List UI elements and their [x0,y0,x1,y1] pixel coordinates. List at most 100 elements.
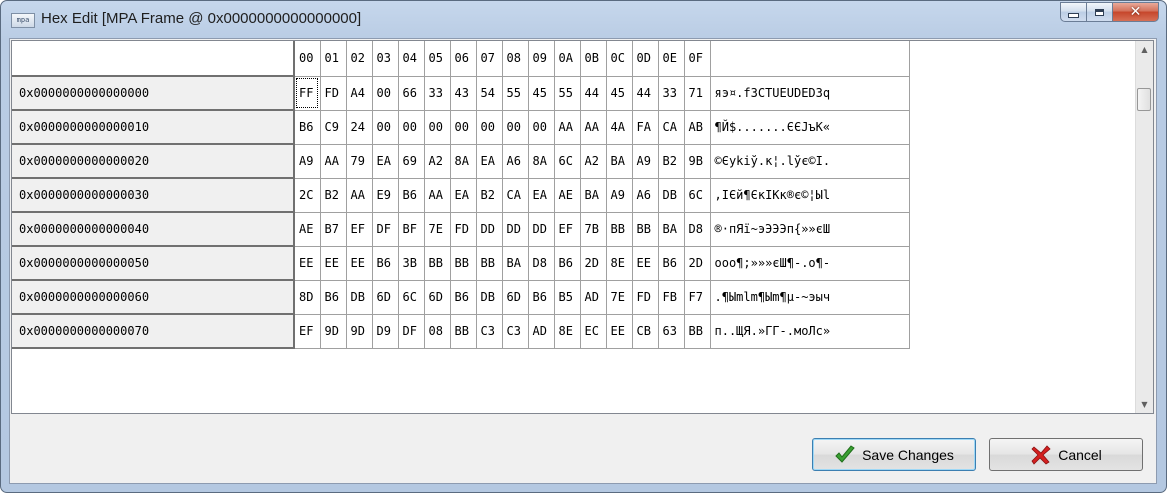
hex-byte-cell[interactable]: DF [372,212,399,247]
hex-byte-cell[interactable]: 6D [502,280,529,315]
ascii-text-cell[interactable]: ,IЄй¶ЄкIКк®є©¦Ыl [710,178,910,213]
hex-byte-cell[interactable]: FD [632,280,659,315]
ascii-text-cell[interactable]: п..ЩЯ.»ГГ-.моЛс» [710,314,910,349]
ascii-text-cell[interactable]: ®·пЯї~эЭЭЭп{»»єШ [710,212,910,247]
hex-byte-cell[interactable]: EA [372,144,399,179]
hex-byte-cell[interactable]: 00 [528,110,555,145]
hex-byte-cell[interactable]: CA [658,110,685,145]
hex-byte-cell[interactable]: EA [450,178,477,213]
hex-byte-cell[interactable]: 9B [684,144,711,179]
hex-byte-cell[interactable]: EA [528,178,555,213]
hex-byte-cell[interactable]: DB [658,178,685,213]
hex-byte-cell[interactable]: AE [554,178,581,213]
hex-byte-cell[interactable]: BF [398,212,425,247]
hex-byte-cell[interactable]: 6C [684,178,711,213]
hex-byte-cell[interactable]: FD [450,212,477,247]
ascii-text-cell[interactable]: ¶Й$.......ЄЄJъК« [710,110,910,145]
hex-byte-cell[interactable]: B2 [658,144,685,179]
hex-byte-cell[interactable]: 69 [398,144,425,179]
hex-byte-cell[interactable]: EA [476,144,503,179]
hex-byte-cell[interactable]: 3B [398,246,425,281]
hex-byte-cell[interactable]: 54 [476,76,503,111]
hex-byte-cell[interactable]: EE [320,246,347,281]
hex-byte-cell[interactable]: BB [450,246,477,281]
hex-byte-cell[interactable]: FF [294,76,321,111]
hex-byte-cell[interactable]: B6 [294,110,321,145]
hex-byte-cell[interactable]: AA [320,144,347,179]
hex-byte-cell[interactable]: 00 [398,110,425,145]
hex-byte-cell[interactable]: 7B [580,212,607,247]
hex-byte-cell[interactable]: 71 [684,76,711,111]
hex-byte-cell[interactable]: A9 [606,178,633,213]
hex-byte-cell[interactable]: BA [606,144,633,179]
hex-byte-cell[interactable]: 00 [476,110,503,145]
hex-byte-cell[interactable]: C9 [320,110,347,145]
ascii-text-cell[interactable]: .¶Ыmlm¶Ыm¶µ-~эыч [710,280,910,315]
hex-byte-cell[interactable]: BA [580,178,607,213]
hex-byte-cell[interactable]: AE [294,212,321,247]
close-button[interactable]: ✕ [1113,2,1159,22]
hex-byte-cell[interactable]: A2 [424,144,451,179]
ascii-text-cell[interactable]: яэ¤.f3CTUEUDED3q [710,76,910,111]
save-changes-button[interactable]: Save Changes [812,438,976,471]
hex-byte-cell[interactable]: 00 [372,110,399,145]
hex-byte-cell[interactable]: DF [398,314,425,349]
hex-byte-cell[interactable]: EE [632,246,659,281]
hex-byte-cell[interactable]: A9 [632,144,659,179]
hex-byte-cell[interactable]: 2C [294,178,321,213]
maximize-button[interactable] [1087,2,1113,22]
hex-byte-cell[interactable]: BB [424,246,451,281]
ascii-text-cell[interactable]: ©Єykiў.к¦.lўє©I. [710,144,910,179]
hex-byte-cell[interactable]: EE [606,314,633,349]
hex-byte-cell[interactable]: EE [294,246,321,281]
hex-byte-cell[interactable]: EF [346,212,373,247]
hex-byte-cell[interactable]: 8E [606,246,633,281]
hex-byte-cell[interactable]: B2 [320,178,347,213]
hex-byte-cell[interactable]: D9 [372,314,399,349]
hex-byte-cell[interactable]: A6 [502,144,529,179]
hex-byte-cell[interactable]: B6 [450,280,477,315]
hex-byte-cell[interactable]: 63 [658,314,685,349]
cancel-button[interactable]: Cancel [989,438,1143,471]
hex-byte-cell[interactable]: 7E [424,212,451,247]
hex-byte-cell[interactable]: 6C [398,280,425,315]
hex-byte-cell[interactable]: 00 [372,76,399,111]
hex-byte-cell[interactable]: DD [476,212,503,247]
hex-byte-cell[interactable]: 44 [580,76,607,111]
hex-byte-cell[interactable]: BA [502,246,529,281]
hex-byte-cell[interactable]: AA [346,178,373,213]
hex-byte-cell[interactable]: B7 [320,212,347,247]
hex-byte-cell[interactable]: 08 [424,314,451,349]
hex-byte-cell[interactable]: AA [580,110,607,145]
hex-byte-cell[interactable]: DB [346,280,373,315]
hex-byte-cell[interactable]: BA [658,212,685,247]
hex-byte-cell[interactable]: BB [450,314,477,349]
hex-byte-cell[interactable]: 45 [606,76,633,111]
hex-byte-cell[interactable]: 8D [294,280,321,315]
hex-byte-cell[interactable]: 2D [580,246,607,281]
hex-byte-cell[interactable]: 44 [632,76,659,111]
hex-byte-cell[interactable]: B6 [320,280,347,315]
hex-byte-cell[interactable]: CA [502,178,529,213]
hex-byte-cell[interactable]: 33 [658,76,685,111]
hex-byte-cell[interactable]: FD [320,76,347,111]
scrollbar-thumb[interactable] [1137,88,1151,111]
hex-byte-cell[interactable]: 7E [606,280,633,315]
hex-byte-cell[interactable]: 9D [346,314,373,349]
hex-byte-cell[interactable]: 9D [320,314,347,349]
hex-byte-cell[interactable]: 55 [554,76,581,111]
hex-byte-cell[interactable]: B6 [372,246,399,281]
hex-byte-cell[interactable]: 6D [424,280,451,315]
hex-byte-cell[interactable]: EF [294,314,321,349]
hex-byte-cell[interactable]: AA [554,110,581,145]
hex-byte-cell[interactable]: FB [658,280,685,315]
hex-byte-cell[interactable]: B6 [658,246,685,281]
hex-byte-cell[interactable]: CB [632,314,659,349]
hex-byte-cell[interactable]: F7 [684,280,711,315]
hex-byte-cell[interactable]: AD [580,280,607,315]
vertical-scrollbar[interactable]: ▲ ▼ [1135,41,1153,413]
hex-byte-cell[interactable]: 43 [450,76,477,111]
hex-byte-cell[interactable]: EF [554,212,581,247]
hex-byte-cell[interactable]: 79 [346,144,373,179]
title-bar[interactable]: mpa Hex Edit [MPA Frame @ 0x000000000000… [1,1,1166,39]
